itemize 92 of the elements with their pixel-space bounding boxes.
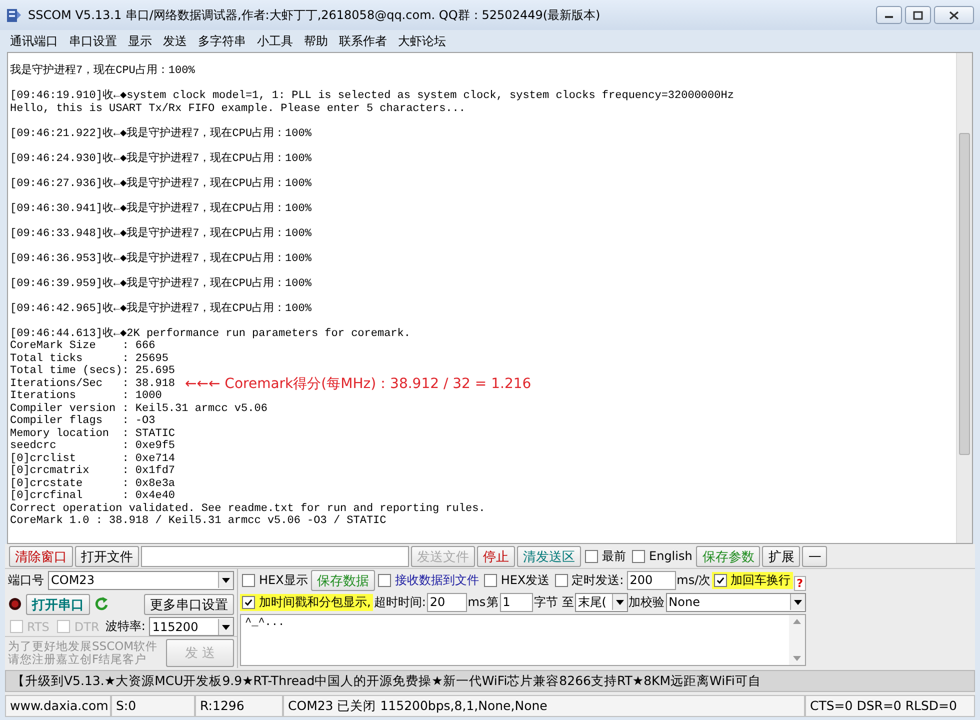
checkbox-option[interactable]: HEX显示	[240, 572, 310, 588]
refresh-icon[interactable]	[94, 596, 110, 612]
annotation: ←←← Coremark得分(每MHz)：38.912 / 32 = 1.216	[185, 378, 532, 390]
status-cell: R:1296	[195, 695, 283, 717]
more-settings-button[interactable]: 更多串口设置	[144, 594, 234, 614]
minimize-button[interactable]	[876, 6, 902, 24]
scrollbar[interactable]	[956, 53, 972, 543]
toolbar-button[interactable]: —	[802, 546, 828, 566]
log-line: [09:46:39.959]收←◆我是守护进程7，现在CPU占用：100%	[10, 278, 312, 290]
menu-item[interactable]: 多字符串	[198, 32, 246, 50]
log-line: [09:46:44.613]收←◆2K performance run parameters for coremark.	[10, 328, 410, 340]
log-line: [09:46:42.965]收←◆我是守护进程7，现在CPU占用：100%	[10, 302, 312, 315]
option-label: 超时时间:	[374, 594, 426, 610]
log-line: [0]crclist : 0xe714	[10, 452, 176, 465]
log-line: [09:46:36.953]收←◆我是守护进程7，现在CPU占用：100%	[10, 252, 312, 265]
toolbar-button[interactable]: 扩展	[762, 546, 800, 566]
maximize-icon	[913, 10, 923, 20]
checkbox-option[interactable]: 加回车换行	[712, 572, 793, 588]
checkmark-icon	[716, 576, 725, 584]
log-line: Memory location : STATIC	[10, 428, 176, 440]
log-line: Compiler flags : -O3	[10, 415, 156, 428]
menu-item[interactable]: 帮助	[304, 32, 328, 50]
help-button[interactable]: ?	[794, 576, 806, 591]
menu-item[interactable]: 串口设置	[69, 32, 117, 50]
log-line: Total ticks : 25695	[10, 352, 168, 365]
log-line: CoreMark Size : 666	[10, 340, 156, 352]
file-path-field[interactable]	[141, 546, 409, 566]
baud-dropdown[interactable]: 115200	[149, 617, 234, 636]
toolbar-button[interactable]: 保存参数	[696, 546, 760, 566]
log-line: Iterations/Sec : 38.918	[10, 378, 176, 390]
log-line: CoreMark 1.0 : 38.918 / Keil5.31 armcc v5.06 -O3 / STATIC	[10, 515, 386, 528]
status-cell: COM23 已关闭 115200bps,8,1,None,None	[283, 695, 805, 717]
log-line: [0]crcstate : 0x8e3a	[10, 478, 176, 490]
toolbar-button[interactable]: 保存数据	[310, 570, 375, 590]
log-line: seedcrc : 0xe9f5	[10, 440, 176, 452]
log-line: [09:46:30.941]收←◆我是守护进程7，现在CPU占用：100%	[10, 202, 312, 215]
log-line: Hello, this is USART Tx/Rx FIFO example. Please enter 5 characters...	[10, 102, 466, 115]
menu-item[interactable]: 大虾论坛	[398, 32, 446, 50]
log-line: [09:46:19.910]收←◆system clock model=1, 1: PLL is selected as system clock, system clocks frequency=32000000Hz	[10, 90, 734, 102]
baud-label: 波特率:	[105, 618, 146, 635]
dropdown[interactable]: 末尾(	[574, 592, 628, 612]
log-line: [0]crcfinal : 0x4e40	[10, 490, 176, 502]
log-line: Iterations : 1000	[10, 390, 162, 402]
log-line: [09:46:24.930]收←◆我是守护进程7，现在CPU占用：100%	[10, 152, 312, 165]
status-cell: CTS=0 DSR=0 RLSD=0	[805, 695, 975, 717]
option-label: ms	[468, 595, 486, 609]
checkmark-icon	[244, 598, 253, 606]
log-line: 我是守护进程7，现在CPU占用：100%	[10, 65, 195, 78]
notice-text: 为了更好地发展SSCOM软件	[8, 640, 159, 652]
menu-item[interactable]: 通讯端口	[10, 32, 58, 50]
dropdown[interactable]: None	[666, 592, 806, 612]
status-cell: S:0	[111, 695, 195, 717]
checkbox-option[interactable]: 定时发送:	[552, 572, 626, 588]
window-title: SSCOM V5.13.1 串口/网络数据调试器,作者:大虾丁丁,2618058@qq.com. QQ群：52502449(最新版本)	[28, 6, 602, 24]
option-label: ms/次	[676, 572, 711, 588]
option-label: 字节 至	[534, 594, 574, 610]
checkbox-option[interactable]: English	[630, 549, 694, 563]
log-line: Total time (secs): 25.695	[10, 365, 176, 378]
menu-item[interactable]: 小工具	[257, 32, 293, 50]
option-label: 第	[486, 594, 499, 610]
port-dropdown[interactable]: COM23	[48, 570, 234, 590]
log-line: [09:46:33.948]收←◆我是守护进程7，现在CPU占用：100%	[10, 228, 312, 240]
port-label: 端口号	[8, 572, 44, 588]
log-line: [0]crcmatrix : 0x1fd7	[10, 465, 176, 478]
checkbox-option[interactable]: 最前	[583, 548, 628, 564]
toolbar-button[interactable]: 清除窗口	[9, 546, 73, 566]
app-icon	[6, 7, 22, 23]
input-field[interactable]: 1	[500, 592, 533, 612]
log-line: [09:46:27.936]收←◆我是守护进程7，现在CPU占用：100%	[10, 178, 312, 190]
option-label: 加校验	[628, 594, 665, 610]
checkbox-option[interactable]: 加时间戳和分包显示,	[240, 594, 373, 610]
log-line: Correct operation validated. See readme.txt for run and reporting rules.	[10, 502, 486, 515]
news-ticker[interactable]: 【升级到V5.13.★大资源MCU开发板9.9★RT-Thread中国人的开源免费操★新一代WiFi芯片兼容8266支持RT★8KM远距离WiFi可自	[5, 670, 975, 692]
checkbox-option[interactable]: 接收数据到文件	[376, 572, 481, 588]
maximize-button[interactable]	[905, 6, 931, 24]
menu-item[interactable]: 显示	[128, 32, 152, 50]
close-icon	[949, 10, 959, 20]
toolbar-button[interactable]: 停止	[477, 546, 515, 566]
toolbar-button[interactable]: 打开文件	[75, 546, 139, 566]
toolbar-button[interactable]: 清发送区	[517, 546, 581, 566]
notice-text: 请您注册嘉立创F结尾客户	[8, 652, 148, 666]
status-cell: www.daxia.com	[5, 695, 111, 717]
log-line: Compiler version : Keil5.31 armcc v5.06	[10, 402, 268, 415]
log-line: [09:46:21.922]收←◆我是守护进程7，现在CPU占用：100%	[10, 128, 312, 140]
input-field[interactable]: 20	[426, 592, 467, 612]
menu-item[interactable]: 发送	[163, 32, 187, 50]
checkbox-option[interactable]: HEX发送	[482, 572, 552, 588]
open-port-button[interactable]: 打开串口	[26, 594, 90, 614]
menu-item[interactable]: 联系作者	[339, 32, 387, 50]
input-field[interactable]: 200	[626, 570, 676, 590]
close-button[interactable]	[934, 6, 974, 24]
status-light-icon	[8, 597, 22, 611]
